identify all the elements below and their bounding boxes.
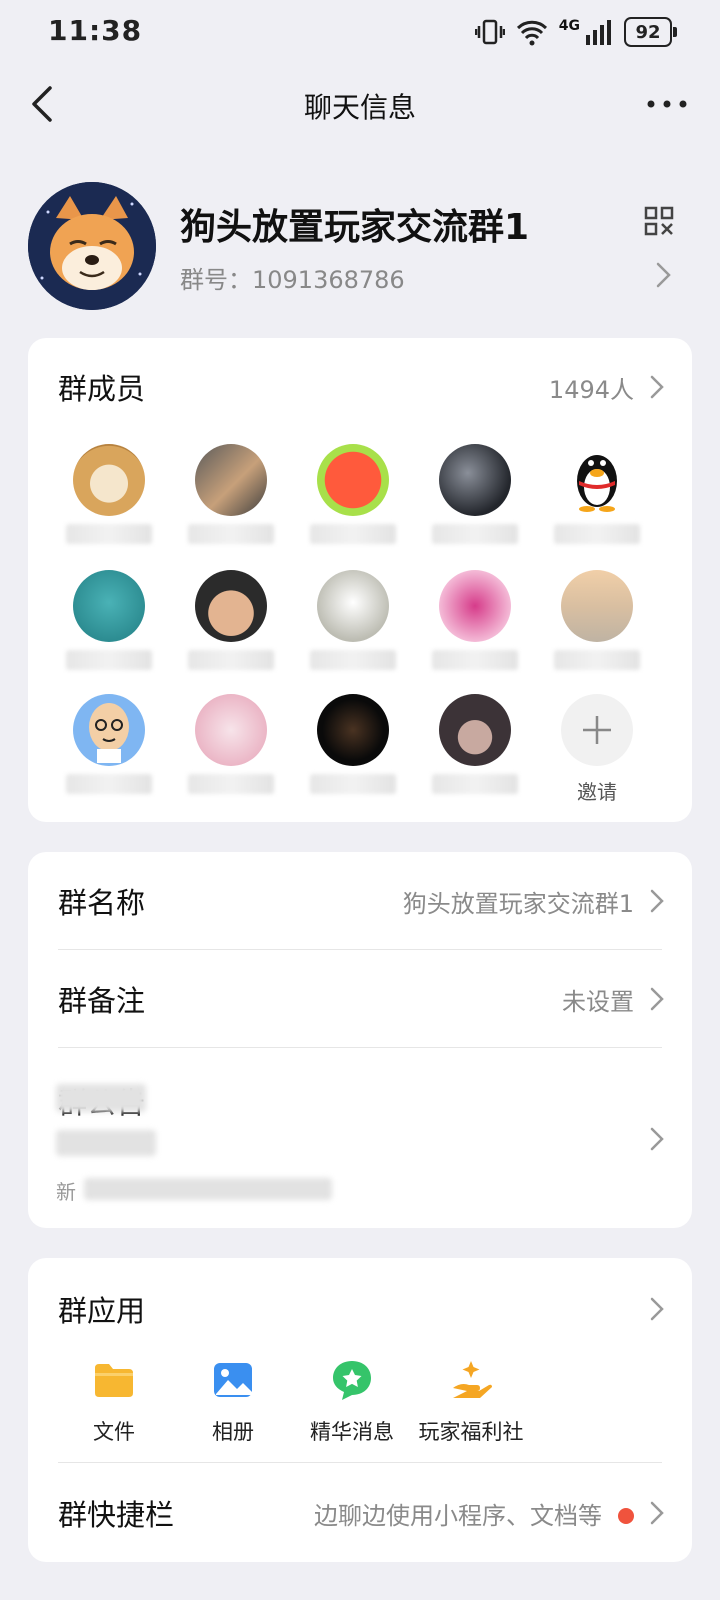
chevron-right-icon [650, 1297, 664, 1321]
chevron-right-icon [650, 987, 664, 1011]
gift-hand-icon [453, 1361, 492, 1398]
app-album[interactable]: 相册 [173, 1358, 293, 1446]
nav-bar: 聊天信息 [0, 68, 720, 142]
announcement-row[interactable]: 群公告 新 [28, 1048, 692, 1228]
group-remark-value: 未设置 [562, 988, 634, 1016]
battery-indicator: 92 [624, 17, 677, 47]
member-avatar[interactable] [420, 694, 530, 794]
shortcut-bar-value: 边聊边使用小程序、文档等 [314, 1502, 602, 1530]
network-label: 4G [558, 18, 580, 34]
invite-label: 邀请 [577, 780, 617, 804]
chevron-right-icon [650, 889, 664, 913]
member-avatar[interactable] [542, 444, 652, 544]
group-name-value: 狗头放置玩家交流群1 [402, 890, 634, 918]
more-options-icon[interactable] [642, 86, 692, 122]
members-card: 群成员 1494人 邀请 [28, 338, 692, 822]
members-row[interactable]: 群成员 1494人 [28, 338, 692, 436]
page-title: 聊天信息 [303, 91, 416, 124]
status-icons: 4G 92 [474, 14, 677, 50]
group-apps-label: 群应用 [58, 1294, 146, 1328]
status-bar: 11:38 4G 92 [0, 0, 720, 68]
shiba-avatar-icon [28, 182, 156, 310]
shortcut-bar-label: 群快捷栏 [58, 1498, 175, 1532]
shortcut-bar-row[interactable]: 群快捷栏 边聊边使用小程序、文档等 [28, 1464, 692, 1562]
qr-code-icon[interactable] [644, 206, 674, 236]
group-apps-row[interactable]: 群应用 [28, 1260, 692, 1358]
status-time: 11:38 [48, 14, 143, 47]
group-name-label: 群名称 [58, 886, 146, 920]
app-label: 精华消息 [310, 1420, 394, 1444]
group-apps-card: 群应用 文件 相册 精华消息 玩家福利社 群快捷栏 边聊边使用小程序、文档等 [28, 1258, 692, 1562]
group-remark-label: 群备注 [58, 984, 146, 1018]
chevron-right-icon[interactable] [652, 260, 674, 290]
member-avatar[interactable] [298, 694, 408, 794]
signal-icon [586, 20, 611, 45]
member-avatar[interactable] [54, 694, 164, 794]
group-name: 狗头放置玩家交流群1 [180, 207, 530, 248]
app-label: 玩家福利社 [418, 1420, 524, 1444]
chevron-right-icon [650, 375, 664, 399]
group-remark-row[interactable]: 群备注 未设置 [28, 950, 692, 1048]
member-avatar[interactable] [176, 570, 286, 670]
group-id: 群号：1091368786 [180, 266, 405, 294]
member-avatar[interactable] [298, 570, 408, 670]
member-avatar[interactable] [298, 444, 408, 544]
star-message-icon [333, 1361, 371, 1400]
wifi-icon [516, 20, 547, 46]
battery-level: 92 [635, 21, 661, 43]
app-label: 文件 [93, 1420, 135, 1444]
member-avatar[interactable] [54, 444, 164, 544]
qq-penguin-icon [577, 455, 617, 512]
announcement-preview-blurred [84, 1178, 332, 1200]
member-avatar[interactable] [542, 570, 652, 670]
vibrate-icon [474, 19, 505, 45]
member-avatar[interactable] [54, 570, 164, 670]
member-avatar[interactable] [420, 570, 530, 670]
bald-cartoon-avatar-icon [89, 703, 129, 763]
app-files[interactable]: 文件 [54, 1358, 174, 1446]
divider [58, 1462, 662, 1463]
invite-plus-icon [561, 694, 633, 766]
chevron-right-icon [650, 1501, 664, 1525]
member-avatar[interactable] [176, 694, 286, 794]
app-highlights[interactable]: 精华消息 [292, 1358, 412, 1446]
announcement-preview-blurred [56, 1130, 156, 1156]
app-label: 相册 [212, 1420, 254, 1444]
member-avatar[interactable] [176, 444, 286, 544]
member-avatar[interactable] [420, 444, 530, 544]
group-profile-header[interactable]: 狗头放置玩家交流群1 群号：1091368786 [0, 170, 720, 320]
chevron-right-icon [650, 1127, 664, 1151]
folder-icon [95, 1364, 133, 1397]
announcement-prefix: 新 [56, 1180, 76, 1204]
group-name-row[interactable]: 群名称 狗头放置玩家交流群1 [28, 852, 692, 950]
group-settings-card: 群名称 狗头放置玩家交流群1 群备注 未设置 群公告 新 [28, 852, 692, 1228]
members-label: 群成员 [58, 372, 146, 406]
photo-album-icon [214, 1363, 252, 1397]
new-badge-dot [618, 1508, 634, 1524]
group-avatar[interactable] [28, 182, 156, 310]
app-player-welfare[interactable]: 玩家福利社 [411, 1358, 531, 1446]
member-count: 1494人 [548, 376, 634, 404]
invite-member-button[interactable]: 邀请 [542, 694, 652, 806]
announcement-preview-blurred [56, 1084, 146, 1112]
